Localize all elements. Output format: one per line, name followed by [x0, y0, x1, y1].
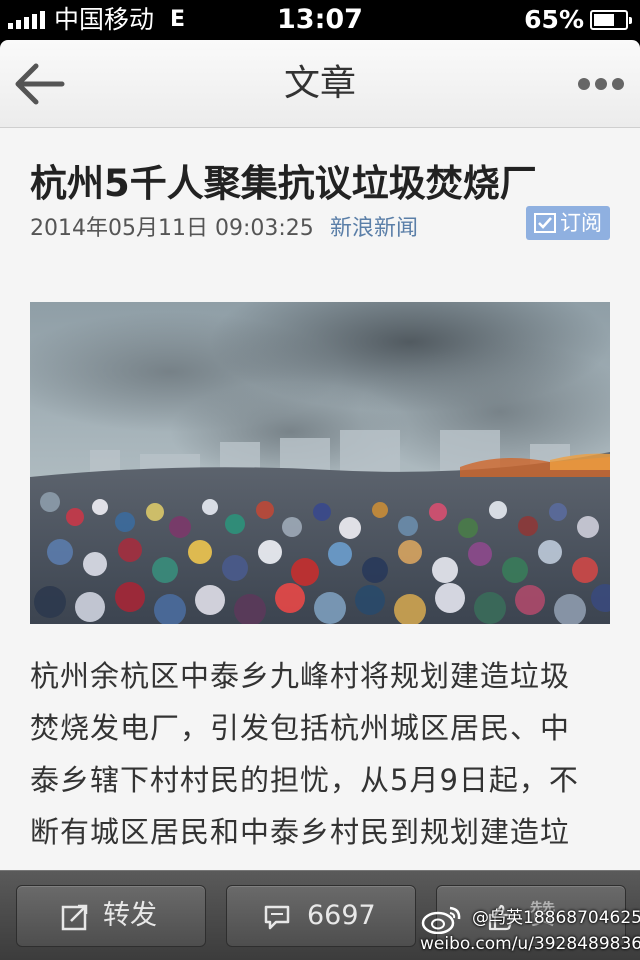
weibo-watermark: @乌英18868704625 weibo.com/u/3928489836 — [420, 900, 640, 960]
nav-bar: 文章 — [0, 40, 640, 128]
comment-icon — [264, 905, 290, 930]
status-bar: 中国移动 E 13:07 65% — [0, 0, 640, 40]
subscribe-label: 订阅 — [560, 211, 602, 235]
landfill-smoke-image — [30, 302, 610, 624]
more-dots-icon — [578, 78, 624, 90]
watermark-url: weibo.com/u/3928489836 — [420, 934, 640, 954]
comment-count: 6697 — [307, 900, 376, 931]
article-headline: 杭州5千人聚集抗议垃圾焚烧厂 — [30, 162, 537, 205]
share-button[interactable]: 转发 — [16, 885, 206, 947]
share-label: 转发 — [103, 900, 157, 931]
article-date: 2014年05月11日 09:03:25 — [30, 216, 314, 241]
comment-button[interactable]: 6697 — [226, 885, 416, 947]
body-line: 泰乡辖下村村民的担忧，从5月9日起，不 — [30, 763, 579, 797]
page-title: 文章 — [283, 63, 356, 104]
body-line: 杭州余杭区中泰乡九峰村将规划建造垃圾 — [30, 659, 571, 693]
checkbox-icon — [534, 213, 556, 233]
article-source-link[interactable]: 新浪新闻 — [330, 214, 418, 244]
battery-level — [594, 14, 614, 26]
article-body: 杭州余杭区中泰乡九峰村将规划建造垃圾 焚烧发电厂，引发包括杭州城区居民、中 泰乡… — [30, 650, 620, 858]
subscribe-button[interactable]: 订阅 — [526, 206, 610, 240]
more-button[interactable] — [576, 68, 626, 100]
share-icon — [61, 904, 88, 931]
article-content: 杭州5千人聚集抗议垃圾焚烧厂 2014年05月11日 09:03:25 新浪新闻… — [0, 128, 640, 870]
article-photo[interactable] — [30, 302, 610, 624]
weibo-logo-icon — [421, 906, 461, 934]
battery-icon — [590, 10, 632, 30]
body-line: 焚烧发电厂，引发包括杭州城区居民、中 — [30, 711, 571, 745]
watermark-user: @乌英18868704625 — [472, 908, 640, 928]
battery-percent: 65% — [524, 5, 584, 34]
body-line: 断有城区居民和中泰乡村民到规划建造垃 — [30, 815, 571, 849]
